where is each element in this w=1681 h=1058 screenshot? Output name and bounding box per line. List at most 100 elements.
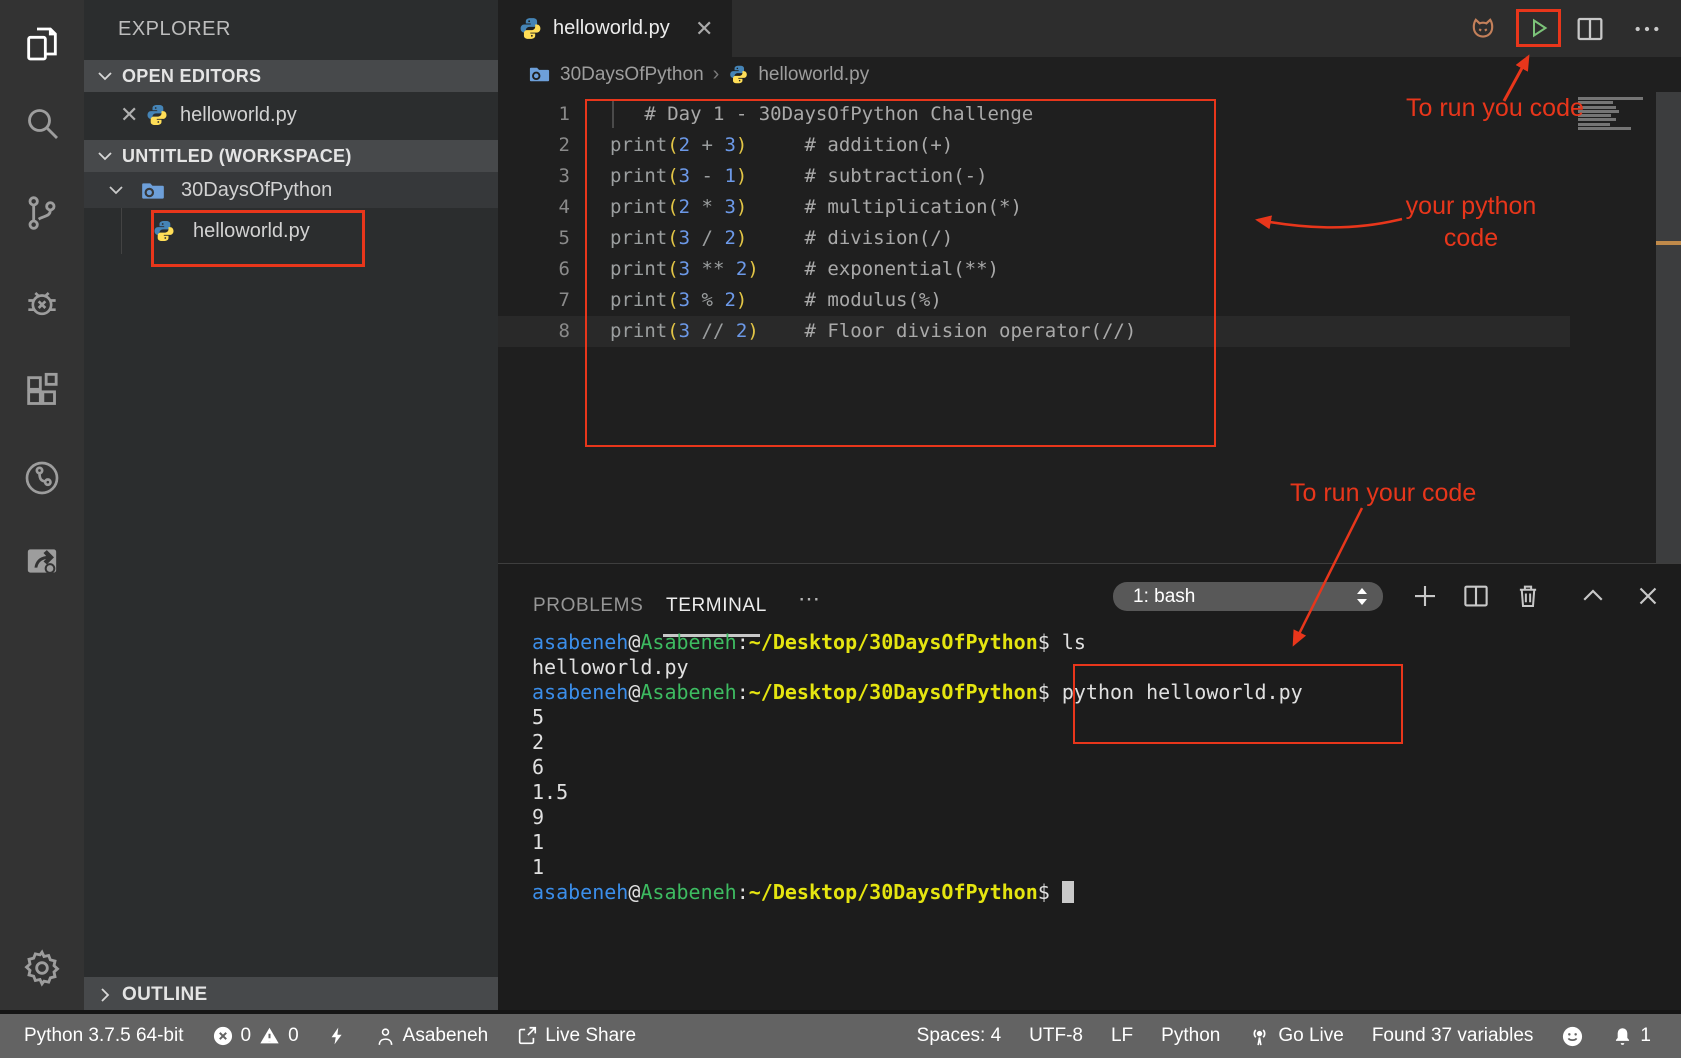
scrollbar-marker — [1656, 241, 1681, 245]
status-language[interactable]: Python — [1161, 1025, 1220, 1047]
broadcast-icon — [1248, 1025, 1271, 1048]
outline-label: OUTLINE — [122, 977, 208, 1013]
split-terminal-icon[interactable] — [1459, 579, 1493, 613]
terminal-line: 1 — [532, 830, 1303, 855]
close-icon[interactable]: ✕ — [695, 16, 713, 42]
settings-gear-icon[interactable] — [20, 946, 64, 990]
outline-section[interactable]: OUTLINE — [84, 977, 498, 1013]
terminal-line: 9 — [532, 805, 1303, 830]
extensions-icon[interactable] — [20, 369, 64, 413]
folder-icon — [140, 178, 166, 204]
shell-select[interactable]: 1: bash — [1113, 582, 1383, 611]
folder-item[interactable]: 30DaysOfPython — [84, 172, 498, 208]
smiley-icon — [1561, 1025, 1584, 1048]
more-tabs-icon[interactable]: ⋯ — [798, 586, 823, 612]
open-editors-label: OPEN EDITORS — [122, 60, 261, 92]
python-file-icon — [728, 64, 749, 85]
chevron-down-icon — [108, 185, 124, 195]
tab-problems[interactable]: PROBLEMS — [533, 595, 643, 617]
tab-helloworld[interactable]: helloworld.py ✕ — [498, 0, 732, 57]
status-indentation[interactable]: Spaces: 4 — [917, 1025, 1002, 1047]
breadcrumb-file[interactable]: helloworld.py — [758, 64, 869, 86]
debug-icon[interactable] — [20, 281, 64, 325]
share-export-icon — [516, 1025, 538, 1047]
open-editor-filename[interactable]: helloworld.py — [180, 92, 297, 138]
terminal-panel: PROBLEMS TERMINAL ⋯ 1: bash — [498, 563, 1681, 1013]
code-line[interactable]: 3print(3 - 1) # subtraction(-) — [498, 161, 1570, 192]
activity-bar — [0, 0, 84, 1013]
tab-bar: helloworld.py ✕ — [498, 0, 1681, 57]
kill-terminal-icon[interactable] — [1511, 579, 1545, 613]
status-eol[interactable]: LF — [1111, 1025, 1133, 1047]
lightning-icon — [327, 1024, 347, 1048]
code-line[interactable]: 7print(3 % 2) # modulus(%) — [498, 285, 1570, 316]
status-live-share[interactable]: Live Share — [516, 1025, 636, 1047]
close-icon[interactable]: ✕ — [120, 92, 138, 138]
status-variables[interactable]: Found 37 variables — [1372, 1025, 1534, 1047]
terminal-line: asabeneh@Asabeneh:~/Desktop/30DaysOfPyth… — [532, 630, 1303, 655]
python-file-icon — [152, 219, 176, 243]
more-actions-icon[interactable] — [1626, 8, 1668, 50]
breadcrumb-folder[interactable]: 30DaysOfPython — [560, 64, 704, 86]
test-explorer-icon[interactable] — [20, 456, 64, 500]
vscode-window: EXPLORER OPEN EDITORS ✕ helloworld.py UN… — [0, 0, 1681, 1058]
terminal-line: 1.5 — [532, 780, 1303, 805]
workspace-section[interactable]: UNTITLED (WORKSPACE) — [84, 140, 498, 172]
select-arrows-icon — [1355, 587, 1369, 606]
tab-title[interactable]: helloworld.py — [553, 0, 670, 57]
status-python-version[interactable]: Python 3.7.5 64-bit — [24, 1025, 184, 1047]
open-editor-item[interactable]: ✕ helloworld.py — [84, 92, 498, 138]
terminal-line: 6 — [532, 755, 1303, 780]
annotation-run-note: To run you code — [1406, 94, 1584, 123]
sidebar-title: EXPLORER — [118, 18, 231, 41]
annotation-terminal-note: To run your code — [1290, 479, 1476, 508]
code-line[interactable]: 8print(3 // 2) # Floor division operator… — [498, 316, 1570, 347]
new-terminal-icon[interactable] — [1408, 579, 1442, 613]
status-notifications[interactable]: 1 — [1612, 1025, 1651, 1048]
status-problems[interactable]: 0 0 — [212, 1025, 299, 1047]
warning-icon — [258, 1025, 281, 1047]
chevron-down-icon — [97, 71, 113, 81]
annotation-box-run-button — [1516, 9, 1561, 47]
source-control-icon[interactable] — [20, 191, 64, 235]
status-user[interactable]: Asabeneh — [375, 1025, 489, 1048]
cat-extension-icon[interactable] — [1462, 8, 1504, 50]
open-editors-section[interactable]: OPEN EDITORS — [84, 60, 498, 92]
annotation-code-note: your python code — [1404, 190, 1538, 254]
status-bar: Python 3.7.5 64-bit 0 0 A — [0, 1010, 1681, 1058]
chevron-right-icon — [100, 987, 110, 1003]
breadcrumb-separator: › — [713, 63, 720, 86]
tab-terminal[interactable]: TERMINAL — [666, 595, 767, 617]
chevron-down-icon — [97, 151, 113, 161]
explorer-sidebar: EXPLORER OPEN EDITORS ✕ helloworld.py UN… — [84, 0, 498, 1013]
terminal-lines[interactable]: asabeneh@Asabeneh:~/Desktop/30DaysOfPyth… — [532, 630, 1303, 905]
split-editor-icon[interactable] — [1569, 8, 1611, 50]
error-icon — [212, 1025, 234, 1047]
code-line[interactable]: 2print(2 + 3) # addition(+) — [498, 130, 1570, 161]
terminal-line: asabeneh@Asabeneh:~/Desktop/30DaysOfPyth… — [532, 880, 1303, 905]
status-feedback[interactable] — [1561, 1025, 1584, 1048]
bell-icon — [1612, 1025, 1633, 1048]
python-file-icon — [145, 103, 169, 127]
folder-name[interactable]: 30DaysOfPython — [181, 172, 332, 208]
terminal-line: asabeneh@Asabeneh:~/Desktop/30DaysOfPyth… — [532, 680, 1303, 705]
code-editor[interactable]: 1 # Day 1 - 30DaysOfPython Challenge2pri… — [498, 92, 1681, 563]
terminal-line: helloworld.py — [532, 655, 1303, 680]
file-item[interactable]: helloworld.py — [84, 208, 498, 254]
status-encoding[interactable]: UTF-8 — [1029, 1025, 1083, 1047]
terminal-line: 2 — [532, 730, 1303, 755]
maximize-panel-icon[interactable] — [1576, 579, 1610, 613]
close-panel-icon[interactable] — [1631, 579, 1665, 613]
code-line[interactable]: 6print(3 ** 2) # exponential(**) — [498, 254, 1570, 285]
search-icon[interactable] — [20, 101, 64, 145]
status-python-bolt[interactable] — [327, 1024, 347, 1048]
file-name[interactable]: helloworld.py — [193, 208, 310, 254]
person-icon — [375, 1025, 396, 1048]
minimap[interactable] — [1578, 97, 1648, 131]
run-button-icon[interactable] — [1527, 16, 1551, 40]
live-share-icon[interactable] — [20, 539, 64, 583]
terminal-line: 1 — [532, 855, 1303, 880]
status-go-live[interactable]: Go Live — [1248, 1025, 1343, 1048]
editor-scrollbar[interactable] — [1656, 92, 1681, 563]
explorer-icon[interactable] — [20, 22, 64, 66]
